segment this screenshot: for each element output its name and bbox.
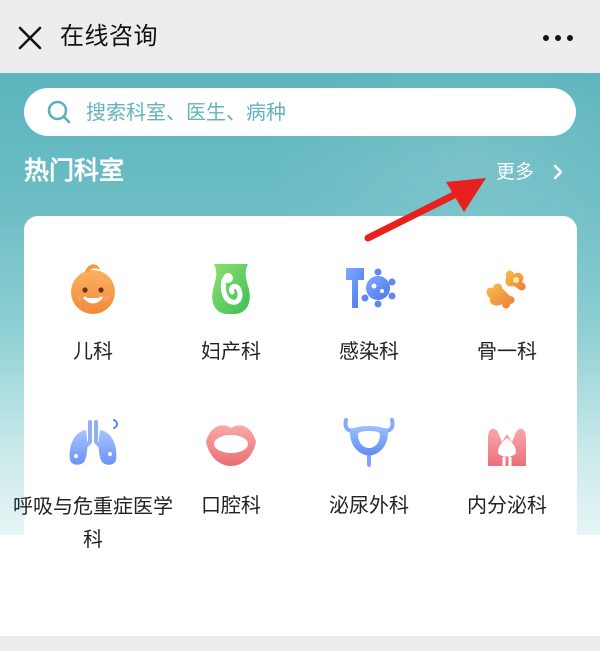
more-link-label: 更多 [496,161,535,183]
search-input[interactable]: 搜索科室、医生、病种 [86,97,286,127]
mouth-icon [206,425,256,466]
close-button[interactable] [14,22,46,54]
chevron-right-icon [553,164,563,180]
close-icon [18,26,42,50]
dept-item-obgyn[interactable]: 妇产科 [162,258,300,370]
search-bar[interactable]: 搜索科室、医生、病种 [24,88,576,136]
bladder-icon [343,418,395,467]
departments-card: 儿科 妇产科 感染科 骨一科 呼吸与危重症医学科 口腔科 泌尿外科 内分泌科 [13,216,577,551]
more-departments-link[interactable]: 更多 [494,157,576,187]
dept-label: 内分泌科 [467,493,547,517]
dept-item-pediatrics[interactable]: 儿科 [24,258,162,370]
more-options-button[interactable] [536,22,580,54]
lungs-icon [69,419,118,465]
dept-item-stomatology[interactable]: 口腔科 [162,412,300,524]
thyroid-icon [488,428,526,468]
dept-label: 口腔科 [201,493,261,517]
title-bar: 在线咨询 [0,0,600,73]
dept-item-infectious[interactable]: 感染科 [300,258,438,370]
dept-item-orthopedics[interactable]: 骨一科 [438,258,576,370]
page-title: 在线咨询 [60,22,158,50]
bone-icon [486,270,526,309]
bottom-bar [0,636,600,651]
dept-label: 妇产科 [201,339,261,363]
dept-item-respiratory[interactable]: 呼吸与危重症医学科 [13,412,173,552]
dept-item-endocrinology[interactable]: 内分泌科 [438,412,576,524]
dept-label: 儿科 [73,339,113,363]
dept-item-urology[interactable]: 泌尿外科 [300,412,438,524]
more-dots-icon [543,35,573,41]
dept-label: 骨一科 [477,339,537,363]
search-icon [47,100,71,124]
dept-label: 呼吸与危重症医学科 [13,494,173,551]
virus-icon [346,268,396,308]
uterus-icon [212,264,250,314]
section-title-hot-departments: 热门科室 [24,156,125,185]
dept-label: 感染科 [339,339,399,363]
baby-face-icon [71,264,115,314]
dept-label: 泌尿外科 [329,493,409,517]
